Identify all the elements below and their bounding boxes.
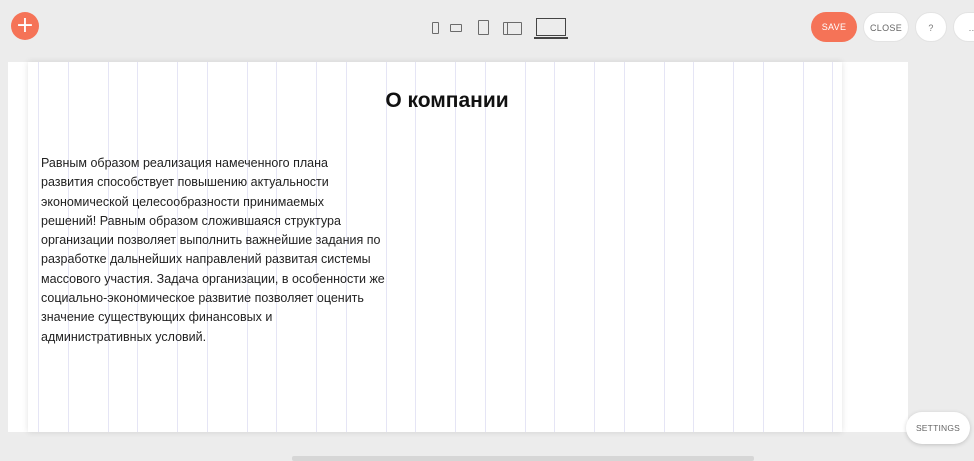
paragraph-line: массового участия. Задача организации, в… [41, 271, 385, 286]
work-area-top-margin [8, 50, 908, 62]
more-button[interactable]: ... [953, 12, 974, 42]
horizontal-scrollbar[interactable] [292, 456, 754, 461]
grid-guide-line [803, 62, 804, 432]
grid-guide-line [594, 62, 595, 432]
grid-guide-line [624, 62, 625, 432]
grid-guide-line [38, 62, 39, 432]
device-desktop-icon[interactable] [534, 15, 570, 41]
grid-guide-line [485, 62, 486, 432]
paragraph-line: Равным образом реализация намеченного пл… [41, 156, 328, 170]
section-paragraph[interactable]: Равным образом реализация намеченного пл… [41, 154, 433, 347]
add-block-button[interactable]: + [11, 12, 39, 40]
paragraph-line: значение существующих финансовых и [41, 310, 273, 325]
grid-guide-line [693, 62, 694, 432]
work-area-left-margin [0, 50, 8, 432]
grid-guide-line [664, 62, 665, 432]
grid-guide-line [733, 62, 734, 432]
editor-toolbar: + SAVE CLOSE ? ... [0, 0, 974, 50]
save-button[interactable]: SAVE [811, 12, 857, 42]
close-button[interactable]: CLOSE [863, 12, 909, 42]
page-canvas[interactable]: О компании Равным образом реализация нам… [28, 62, 842, 432]
device-tablet-portrait-icon[interactable] [476, 15, 490, 39]
grid-guide-line [763, 62, 764, 432]
paragraph-line: экономической целесообразности принимаем… [41, 194, 325, 209]
grid-guide-line [525, 62, 526, 432]
grid-guide-line [455, 62, 456, 432]
paragraph-line: решений! Равным образом сложившаяся стру… [41, 213, 341, 228]
grid-guide-line [554, 62, 555, 432]
device-tablet-landscape-icon[interactable] [502, 15, 524, 39]
help-button[interactable]: ? [915, 12, 947, 42]
paragraph-line: социально-экономическое развитие позволя… [41, 291, 364, 306]
work-area-right-margin [908, 50, 974, 432]
paragraph-line: развития способствует повышению актуальн… [41, 175, 329, 190]
settings-button[interactable]: SETTINGS [906, 412, 970, 444]
paragraph-line: административных условий. [41, 329, 207, 344]
grid-guide-line [832, 62, 833, 432]
paragraph-line: организации позволяет выполнить важнейши… [41, 233, 381, 248]
paragraph-line: разработке дальнейших направлений развит… [41, 252, 371, 267]
section-heading[interactable]: О компании [357, 89, 537, 113]
device-mobile-portrait-icon[interactable] [430, 15, 440, 39]
device-mobile-landscape-icon[interactable] [448, 15, 462, 39]
